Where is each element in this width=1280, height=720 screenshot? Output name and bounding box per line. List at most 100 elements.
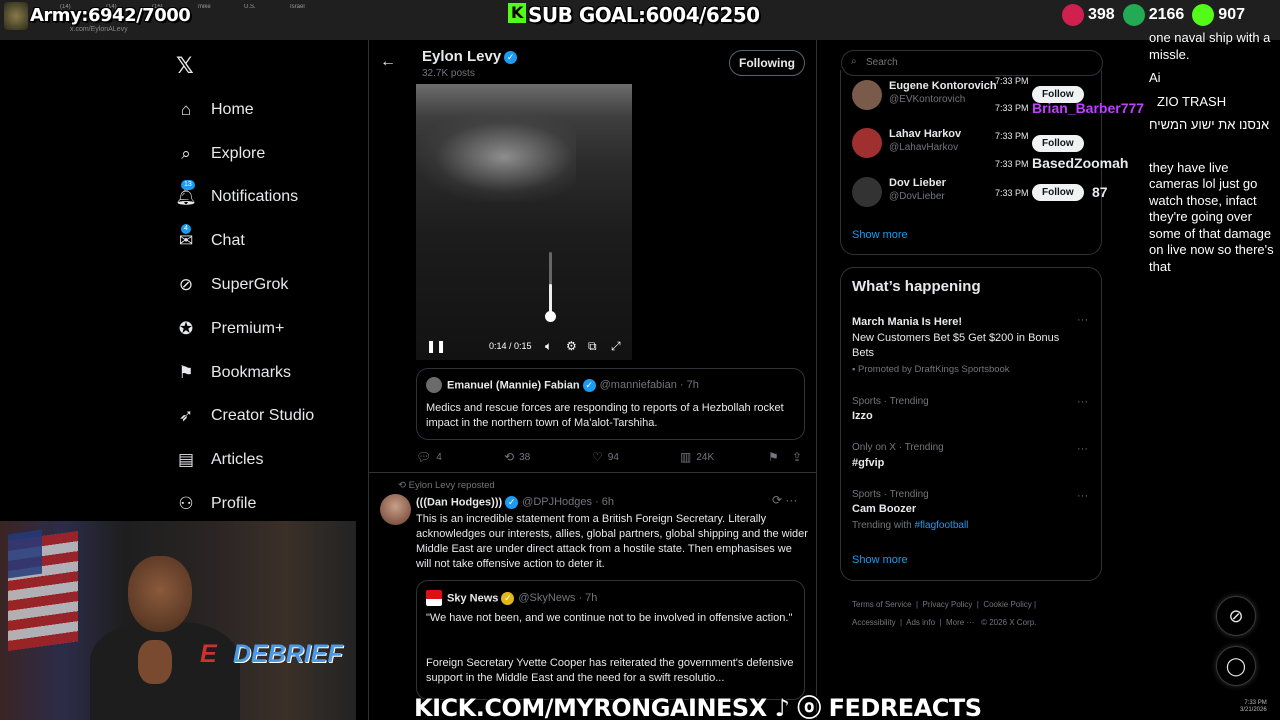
social-handles-overlay: KICK.COM/MYRONGAINESX ♪ ⓞ FEDREACTS	[414, 694, 982, 720]
footer-link[interactable]: Ads info	[906, 618, 935, 627]
streamer-head	[128, 556, 192, 632]
more-options-icon[interactable]: ···	[1077, 314, 1088, 326]
footer-link[interactable]: Terms of Service	[852, 600, 912, 609]
search-icon: ⌕	[181, 143, 191, 163]
repost-icon: ⟲	[504, 450, 515, 464]
chat-message: one naval ship with a missle.	[1149, 30, 1271, 62]
trend-title[interactable]: Cam Boozer	[852, 503, 916, 515]
nav-label: Explore	[211, 144, 266, 162]
grok-button[interactable]: ⊘	[1216, 596, 1256, 636]
follow-button[interactable]: Follow	[1032, 184, 1084, 201]
chat-timestamp: 7:33 PM	[995, 103, 1029, 113]
reply-count: 4	[436, 451, 442, 463]
fullscreen-icon[interactable]: ⤢	[611, 339, 621, 354]
footer-link[interactable]: Privacy Policy	[923, 600, 973, 609]
avatar[interactable]	[426, 377, 442, 393]
us-flag-canton	[8, 529, 42, 579]
show-more-link[interactable]: Show more	[852, 229, 908, 241]
nav-item-home[interactable]: ⌂ Home	[176, 88, 314, 132]
footer-link[interactable]: Accessibility	[852, 618, 896, 627]
trend-title[interactable]: March Mania Is Here!	[852, 316, 962, 328]
suggestion-name: Lahav Harkov	[889, 128, 962, 140]
pause-icon[interactable]: ❚❚	[426, 339, 446, 353]
browser-tab[interactable]: Israel	[290, 4, 330, 18]
post-author: (((Dan Hodges))) ✓ @DPJHodges · 6h	[416, 496, 614, 509]
nav-item-creator-studio[interactable]: ➶ Creator Studio	[176, 395, 314, 439]
grok-icon: ⊘	[1228, 605, 1244, 626]
promoted-text: Promoted by DraftKings Sportsbook	[858, 364, 1010, 375]
repost-button[interactable]: ⟲ 38	[504, 450, 530, 464]
address-bar[interactable]: x.com/EylonALevy	[70, 26, 128, 33]
chat-timestamp: 7:33 PM	[995, 131, 1029, 141]
avatar[interactable]	[852, 128, 882, 158]
follow-button[interactable]: Follow	[1032, 135, 1084, 152]
nav-item-articles[interactable]: ▤ Articles	[176, 438, 314, 482]
reply-button[interactable]: 💬︎ 4	[416, 450, 442, 464]
bookmark-button[interactable]: ⚑	[768, 450, 779, 464]
nav-item-notifications[interactable]: 🔔︎ 13 Notifications	[175, 176, 314, 220]
trend-title[interactable]: Izzo	[852, 410, 873, 422]
messages-button[interactable]: ◯	[1216, 646, 1256, 686]
views-button[interactable]: ▥ 24K	[680, 450, 714, 464]
footer-link[interactable]: More ···	[946, 618, 974, 627]
nav-label: Home	[211, 100, 254, 118]
more-options-icon[interactable]: ⟳ ···	[772, 493, 797, 507]
quoted-post-text: "We have not been, and we continue not t…	[426, 612, 793, 624]
sidebar-nav: ⌂ Home ⌕ Explore 🔔︎ 13 Notifications ✉ 4 Chat …	[175, 88, 314, 526]
verified-gold-badge-icon: ✓	[501, 592, 515, 605]
settings-icon[interactable]: ⚙	[566, 339, 577, 353]
nav-label: Chat	[211, 232, 245, 250]
stat-gifts: 398	[1062, 4, 1115, 26]
chat-timestamp: 7:33 PM	[995, 76, 1029, 86]
chat-username: 87	[1092, 184, 1108, 200]
quoted-post-text: Foreign Secretary Yvette Cooper has reit…	[426, 657, 794, 684]
more-options-icon[interactable]: ···	[1077, 396, 1088, 408]
chat-badge: 4	[181, 224, 191, 235]
post-author-handle: @DPJHodges · 6h	[522, 496, 615, 509]
volume-slider-handle[interactable]	[545, 311, 556, 322]
more-options-icon[interactable]: ···	[1077, 443, 1088, 455]
copyright: © 2026 X Corp.	[981, 618, 1037, 627]
nav-item-profile[interactable]: ⚇ Profile	[176, 482, 314, 526]
footer-link[interactable]: Cookie Policy	[983, 600, 1031, 609]
repost-count: 38	[519, 451, 531, 463]
trend-meta: Only on X · Trending	[852, 442, 944, 453]
browser-tab[interactable]: U.S.	[244, 4, 284, 18]
volume-icon[interactable]: 🔈︎	[545, 339, 552, 354]
avatar[interactable]	[852, 80, 882, 110]
video-time: 0:14 / 0:15	[489, 341, 532, 351]
trending-with-label: Trending with	[852, 520, 912, 531]
debrief-sign: DEBRIEF	[233, 640, 343, 668]
x-logo-icon[interactable]: 𝕏	[176, 53, 194, 79]
quoted-author-name: Emanuel (Mannie) Fabian	[447, 379, 580, 392]
chat-username: Brian_Barber777	[1032, 100, 1145, 116]
browser-tab[interactable]: mike	[198, 4, 238, 18]
whats-happening-title: What’s happening	[852, 278, 981, 295]
nav-item-premium[interactable]: ✪ Premium+	[176, 307, 314, 351]
more-options-icon[interactable]: ···	[1077, 490, 1088, 502]
share-button[interactable]: ⇪	[792, 450, 802, 464]
picture-in-picture-icon[interactable]: ⧉	[588, 339, 597, 354]
bookmark-icon: ⚑	[768, 450, 779, 464]
nav-item-explore[interactable]: ⌕ Explore	[176, 132, 314, 176]
nav-item-bookmarks[interactable]: ⚑ Bookmarks	[176, 351, 314, 395]
quoted-author-name: Sky News	[447, 592, 499, 605]
repost-icon: ⟲	[398, 480, 409, 491]
hashtag-link[interactable]: #flagfootball	[914, 520, 968, 531]
quoted-author: Sky News ✓ @SkyNews · 7h	[447, 592, 597, 605]
sky-news-avatar[interactable]	[426, 590, 442, 606]
avatar[interactable]	[852, 177, 882, 207]
following-button[interactable]: Following	[729, 50, 805, 76]
back-arrow-icon[interactable]: ←	[380, 53, 396, 71]
like-button[interactable]: ♡ 94	[592, 450, 619, 464]
bell-icon: 🔔︎ 13	[175, 180, 197, 207]
stat-value: 907	[1218, 6, 1245, 23]
trend-meta: Sports · Trending	[852, 489, 929, 500]
avatar[interactable]	[380, 494, 411, 525]
video-player[interactable]	[416, 84, 632, 360]
nav-item-supergrok[interactable]: ⊘ SuperGrok	[176, 263, 314, 307]
nav-item-chat[interactable]: ✉ 4 Chat	[176, 219, 314, 263]
show-more-link[interactable]: Show more	[852, 554, 908, 566]
chat-username: BasedZoomah	[1032, 155, 1129, 171]
trend-title[interactable]: #gfvip	[852, 457, 884, 469]
